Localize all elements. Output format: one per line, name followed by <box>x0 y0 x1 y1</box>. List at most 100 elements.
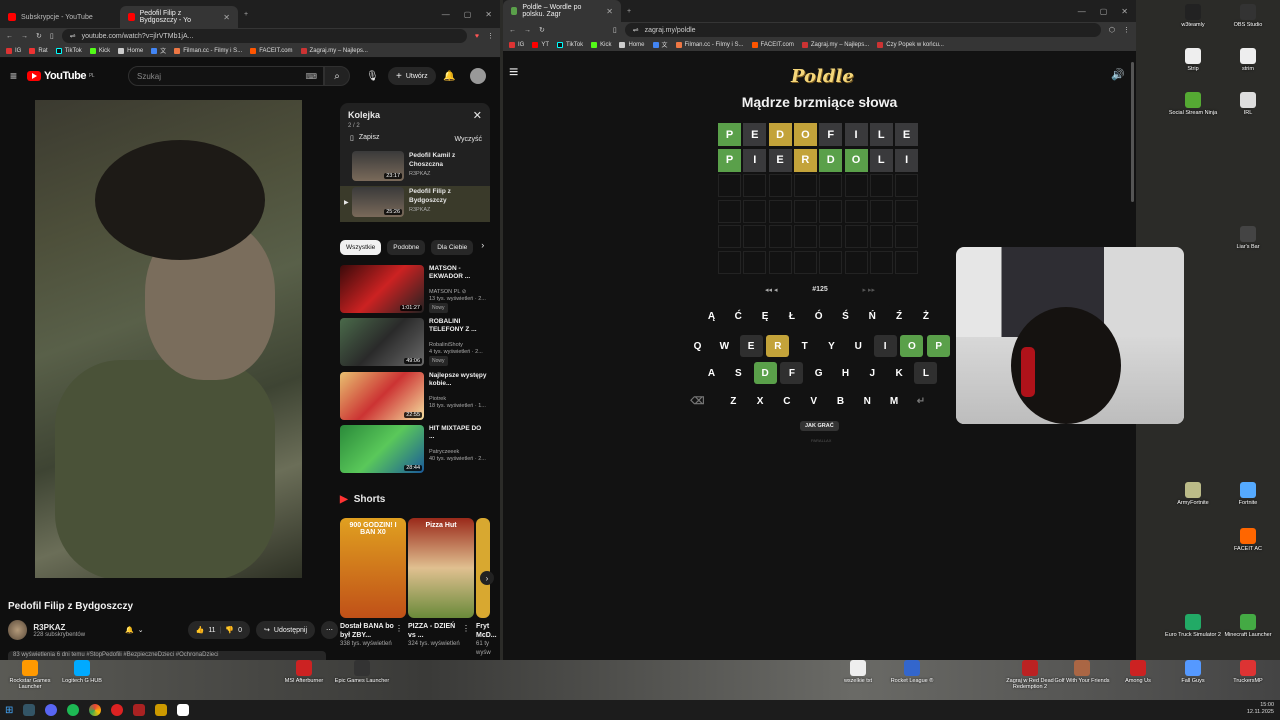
key-ę[interactable]: Ę <box>753 305 777 327</box>
key-o[interactable]: O <box>900 335 924 357</box>
key-e[interactable]: E <box>739 335 763 357</box>
bookmark-filman[interactable]: Filman.cc - Filmy i S... <box>675 41 744 48</box>
channel-avatar[interactable] <box>8 620 28 640</box>
bookmark-ig[interactable]: IG <box>509 41 524 48</box>
youtube-logo[interactable]: YouTube PL <box>27 70 95 82</box>
recommendation-item[interactable]: 49:06 ROBALINI TELEFONY Z ... RobaliniSho… <box>340 318 492 366</box>
more-actions-button[interactable]: ⋯ <box>321 621 338 639</box>
key-ć[interactable]: Ć <box>726 305 750 327</box>
desktop-icon[interactable]: TruckersMP <box>1218 660 1278 684</box>
desktop-icon[interactable]: Rockstar Games Launcher <box>0 660 60 690</box>
key-i[interactable]: I <box>873 335 897 357</box>
bookmark-yt[interactable]: YT <box>532 41 549 48</box>
short-title[interactable]: Fryt McD... 61 ty wyśw <box>476 622 500 658</box>
key-backspace[interactable]: ⌫ <box>686 390 709 412</box>
maximize-icon[interactable]: ▢ <box>1100 7 1108 16</box>
short-title[interactable]: Dostał BANA bo był ZBY... 338 tys. wyświe… <box>340 622 394 649</box>
desktop-icon[interactable]: FACEIT AC <box>1218 528 1278 552</box>
key-k[interactable]: K <box>887 362 911 384</box>
back-icon[interactable]: ← <box>6 33 13 40</box>
key-enter[interactable]: ↵ <box>909 390 933 412</box>
forward-icon[interactable]: → <box>524 27 531 34</box>
recommendation-item[interactable]: 28:44 HIT MIXTAPE DO ... Patryczeeek 40 ty… <box>340 425 492 473</box>
recommendation-item[interactable]: 1:01:27 MATSON - EKWADOR ... MATSON PL ⊘ 1… <box>340 265 492 313</box>
site-info-icon[interactable]: ⇌ <box>70 32 76 40</box>
maximize-icon[interactable]: ▢ <box>464 10 472 19</box>
bookmark-popek[interactable]: Czy Popek w końcu... <box>877 41 944 48</box>
bookmark-home[interactable]: Home <box>118 47 143 54</box>
key-ż[interactable]: Ż <box>914 305 938 327</box>
key-l[interactable]: L <box>914 362 938 384</box>
share-button[interactable]: ↪ Udostępnij <box>256 621 315 639</box>
bookmark-home[interactable]: Home <box>619 41 645 48</box>
bookmark-kick[interactable]: Kick <box>591 41 611 48</box>
bookmark-icon[interactable]: ▯ <box>50 32 54 40</box>
desktop-icon[interactable]: strim <box>1218 48 1278 72</box>
how-to-play-button[interactable]: JAK GRAĆ <box>800 421 839 431</box>
bookmark-filman[interactable]: Filman.cc - Filmy i S... <box>174 47 242 54</box>
search-button[interactable]: ⌕ <box>324 66 350 86</box>
keyboard-icon[interactable]: ⌨ <box>305 72 317 81</box>
thumb-down-icon[interactable]: 👎 <box>225 626 234 634</box>
chip-related[interactable]: Podobne <box>387 240 426 255</box>
minimize-icon[interactable]: — <box>442 10 450 19</box>
desktop-icon[interactable]: Fall Guys <box>1163 660 1223 684</box>
opera-icon[interactable] <box>111 704 124 716</box>
tab-subscriptions[interactable]: Subskrypcje - YouTube <box>0 6 120 28</box>
new-tab-icon[interactable]: + <box>244 11 248 18</box>
spotify-icon[interactable] <box>67 704 80 716</box>
close-tab-icon[interactable]: ✕ <box>606 7 613 16</box>
account-avatar[interactable] <box>470 68 486 84</box>
bookmark-translate[interactable]: 文 <box>652 40 668 49</box>
chrome-icon[interactable] <box>89 704 102 716</box>
desktop-icon[interactable]: MSI Afterburner <box>274 660 334 684</box>
desktop-icon[interactable]: IRL <box>1218 92 1278 116</box>
key-h[interactable]: H <box>834 362 857 384</box>
key-ś[interactable]: Ś <box>834 305 857 327</box>
key-w[interactable]: W <box>712 335 736 357</box>
short-more-icon[interactable]: ⋮ <box>462 624 470 633</box>
bookmark-zagraj[interactable]: Zagraj.my – Najleps... <box>801 41 869 48</box>
key-p[interactable]: P <box>927 335 951 357</box>
key-ń[interactable]: Ń <box>860 305 884 327</box>
desktop-icon[interactable]: w3teamly <box>1163 4 1223 28</box>
short-thumbnail[interactable] <box>476 518 490 618</box>
hamburger-menu-icon[interactable]: ≡ <box>509 64 518 82</box>
app-icon[interactable] <box>155 704 168 716</box>
chip-all[interactable]: Wszystkie <box>340 240 382 255</box>
new-tab-icon[interactable]: + <box>627 8 631 15</box>
short-title[interactable]: PIZZA - DZIEŃ vs ... 324 tys. wyświetleń <box>408 622 462 649</box>
key-n[interactable]: N <box>855 390 879 412</box>
key-d[interactable]: D <box>753 362 777 384</box>
desktop-icon[interactable]: Logitech G HUB <box>52 660 112 684</box>
close-window-icon[interactable]: ✕ <box>485 10 492 19</box>
key-q[interactable]: Q <box>686 335 709 357</box>
bookmark-kick[interactable]: Kick <box>89 47 110 54</box>
reload-icon[interactable]: ↻ <box>36 32 42 40</box>
bookmark-zagraj[interactable]: Zagraj.my – Najleps... <box>300 47 368 54</box>
site-info-icon[interactable]: ⇌ <box>633 26 639 34</box>
tab-video[interactable]: Pedofil Filip z Bydgoszczy - Yo ✕ <box>120 6 238 28</box>
minimize-icon[interactable]: — <box>1078 7 1086 16</box>
microphone-icon[interactable]: 🎙 <box>366 71 379 82</box>
chip-for-you[interactable]: Dla Ciebie <box>431 240 474 255</box>
desktop-icon[interactable]: OBS Studio <box>1218 4 1278 28</box>
desktop-icon[interactable]: Social Stream Ninja <box>1163 92 1223 116</box>
url-field[interactable]: ⇌ youtube.com/watch?v=jlrVTMb1jA... <box>61 29 467 43</box>
hamburger-menu-icon[interactable]: ≡ <box>10 69 17 83</box>
short-more-icon[interactable]: ⋮ <box>395 624 403 633</box>
key-a[interactable]: A <box>700 362 723 384</box>
short-thumbnail[interactable]: Pizza Hut <box>408 518 474 618</box>
bookmark-faceit[interactable]: FACEIT.com <box>250 47 293 54</box>
key-t[interactable]: T <box>793 335 817 357</box>
close-tab-icon[interactable]: ✕ <box>223 13 230 22</box>
notifications-bell-icon[interactable]: 🔔 <box>443 71 455 82</box>
desktop-icon[interactable]: Rocket League ® <box>882 660 942 684</box>
tab-poldle[interactable]: Poldle – Wordle po polsku. Zagr ✕ <box>503 0 621 22</box>
bookmark-ig[interactable]: IG <box>6 47 21 54</box>
key-g[interactable]: G <box>807 362 831 384</box>
scrollbar[interactable] <box>1131 62 1134 202</box>
capcut-icon[interactable] <box>177 704 190 716</box>
like-button[interactable]: 👍 11 | 👎 0 <box>187 621 251 639</box>
key-c[interactable]: C <box>775 390 799 412</box>
